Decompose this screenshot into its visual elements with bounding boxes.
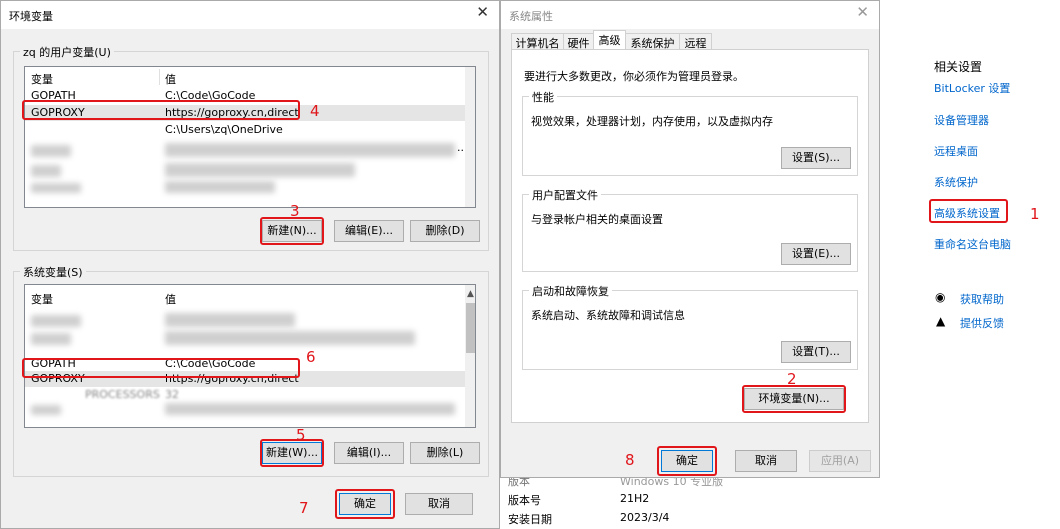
- column-header-value[interactable]: 值: [165, 291, 176, 307]
- link-remote-desktop[interactable]: 远程桌面: [934, 143, 978, 159]
- blurred-row: [165, 143, 455, 157]
- annotation-marker-8: 8: [625, 451, 635, 469]
- column-header-variable[interactable]: 变量: [31, 71, 53, 87]
- annotation-marker-3: 3: [290, 202, 300, 220]
- link-system-protection[interactable]: 系统保护: [934, 174, 978, 190]
- system-edit-button[interactable]: 编辑(I)...: [334, 442, 404, 464]
- close-icon[interactable]: ✕: [476, 3, 489, 21]
- scrollbar[interactable]: ▲: [465, 285, 475, 427]
- performance-settings-button[interactable]: 设置(S)...: [781, 147, 851, 169]
- admin-note: 要进行大多数更改，你必须作为管理员登录。: [524, 70, 744, 83]
- tab-advanced[interactable]: 高级: [593, 30, 626, 50]
- about-install-value: 2023/3/4: [620, 511, 670, 524]
- user-profiles-group: 用户配置文件 与登录帐户相关的桌面设置 设置(E)...: [522, 187, 858, 272]
- blurred-row: [165, 313, 295, 327]
- environment-variables-dialog: 环境变量 ✕ zq 的用户变量(U) 变量 值 GOPATH C:\Code\G…: [0, 0, 500, 529]
- link-rename-pc[interactable]: 重命名这台电脑: [934, 236, 1011, 252]
- annotation-box-1: [929, 199, 1008, 223]
- close-icon[interactable]: ✕: [856, 3, 869, 21]
- system-variables-list[interactable]: 变量 值 GOPATH C:\Code\GoCode GOPROXY https…: [24, 284, 476, 428]
- table-row[interactable]: PROCESSORS: [85, 388, 160, 401]
- link-get-help[interactable]: 获取帮助: [960, 291, 1004, 307]
- about-version-value: 21H2: [620, 492, 650, 505]
- user-delete-button[interactable]: 删除(D): [410, 220, 480, 242]
- tab-remote[interactable]: 远程: [679, 33, 712, 50]
- blurred-row: [31, 333, 71, 345]
- env-titlebar: 环境变量 ✕: [1, 1, 499, 29]
- user-profiles-desc: 与登录帐户相关的桌面设置: [531, 213, 663, 226]
- annotation-marker-6: 6: [306, 348, 316, 366]
- header-divider: [159, 69, 160, 85]
- annotation-box-2: [742, 385, 846, 413]
- system-delete-button[interactable]: 删除(L): [410, 442, 480, 464]
- advanced-tab-panel: 要进行大多数更改，你必须作为管理员登录。 性能 视觉效果，处理器计划，内存使用，…: [511, 49, 869, 423]
- user-profiles-settings-button[interactable]: 设置(E)...: [781, 243, 851, 265]
- blurred-row: [31, 315, 81, 327]
- annotation-box-6: [22, 358, 300, 378]
- user-variables-label: zq 的用户变量(U): [20, 44, 114, 60]
- tab-hardware[interactable]: 硬件: [563, 33, 594, 50]
- startup-recovery-settings-button[interactable]: 设置(T)...: [781, 341, 851, 363]
- table-row-value[interactable]: 32: [165, 388, 179, 401]
- annotation-marker-1: 1: [1030, 205, 1040, 223]
- annotation-box-5: [260, 439, 324, 467]
- system-properties-dialog: 系统属性 ✕ 计算机名 硬件 高级 系统保护 远程 要进行大多数更改，你必须作为…: [500, 0, 880, 478]
- blurred-row: [165, 163, 355, 177]
- link-feedback[interactable]: 提供反馈: [960, 315, 1004, 331]
- annotation-box-8: [657, 446, 717, 476]
- link-device-manager[interactable]: 设备管理器: [934, 112, 989, 128]
- sysprops-title: 系统属性: [509, 10, 553, 23]
- user-profiles-label: 用户配置文件: [529, 187, 601, 203]
- env-title: 环境变量: [9, 10, 53, 23]
- annotation-marker-2: 2: [787, 370, 797, 388]
- startup-recovery-group: 启动和故障恢复 系统启动、系统故障和调试信息 设置(T)...: [522, 283, 858, 370]
- annotation-marker-5: 5: [296, 426, 306, 444]
- table-row-value[interactable]: C:\Users\zq\OneDrive: [165, 123, 283, 136]
- link-bitlocker[interactable]: BitLocker 设置: [934, 80, 1010, 96]
- about-install-label: 安装日期: [508, 513, 552, 526]
- blurred-row: [31, 165, 61, 177]
- tab-computer-name[interactable]: 计算机名: [511, 33, 564, 50]
- env-cancel-button[interactable]: 取消: [405, 493, 473, 515]
- blurred-row: [31, 405, 61, 415]
- system-variables-group: 系统变量(S) 变量 值 GOPATH C:\Code\GoCode GOPRO…: [13, 264, 489, 477]
- column-header-value[interactable]: 值: [165, 71, 176, 87]
- annotation-box-4: [22, 100, 300, 120]
- tab-system-protection[interactable]: 系统保护: [625, 33, 680, 50]
- annotation-marker-4: 4: [310, 102, 320, 120]
- sysprops-apply-button[interactable]: 应用(A): [809, 450, 871, 472]
- user-edit-button[interactable]: 编辑(E)...: [334, 220, 404, 242]
- related-settings-heading: 相关设置: [934, 60, 983, 74]
- user-variables-list[interactable]: 变量 值 GOPATH C:\Code\GoCode GOPROXY https…: [24, 66, 476, 208]
- blurred-row: [165, 181, 275, 193]
- sysprops-titlebar: 系统属性 ✕: [501, 1, 879, 29]
- startup-recovery-desc: 系统启动、系统故障和调试信息: [531, 309, 685, 322]
- scrollbar[interactable]: [465, 67, 475, 207]
- about-version-label: 版本号: [508, 494, 541, 507]
- blurred-row: [31, 183, 81, 193]
- blurred-row: [31, 145, 71, 157]
- blurred-row: [165, 331, 415, 345]
- column-header-variable[interactable]: 变量: [31, 291, 53, 307]
- sysprops-cancel-button[interactable]: 取消: [735, 450, 797, 472]
- scrollbar-thumb[interactable]: [466, 303, 475, 353]
- system-variables-label: 系统变量(S): [20, 264, 86, 280]
- performance-group: 性能 视觉效果，处理器计划，内存使用，以及虚拟内存 设置(S)...: [522, 89, 858, 176]
- performance-desc: 视觉效果，处理器计划，内存使用，以及虚拟内存: [531, 115, 773, 128]
- startup-recovery-label: 启动和故障恢复: [529, 283, 612, 299]
- annotation-box-7: [335, 489, 395, 519]
- user-variables-group: zq 的用户变量(U) 变量 值 GOPATH C:\Code\GoCode G…: [13, 44, 489, 251]
- help-icon: ◉: [935, 290, 946, 304]
- scroll-up-icon[interactable]: ▲: [467, 289, 474, 299]
- annotation-box-3: [260, 217, 324, 245]
- blurred-row: [165, 403, 455, 415]
- performance-label: 性能: [529, 89, 557, 105]
- feedback-icon: ▲: [936, 314, 946, 328]
- annotation-marker-7: 7: [299, 499, 309, 517]
